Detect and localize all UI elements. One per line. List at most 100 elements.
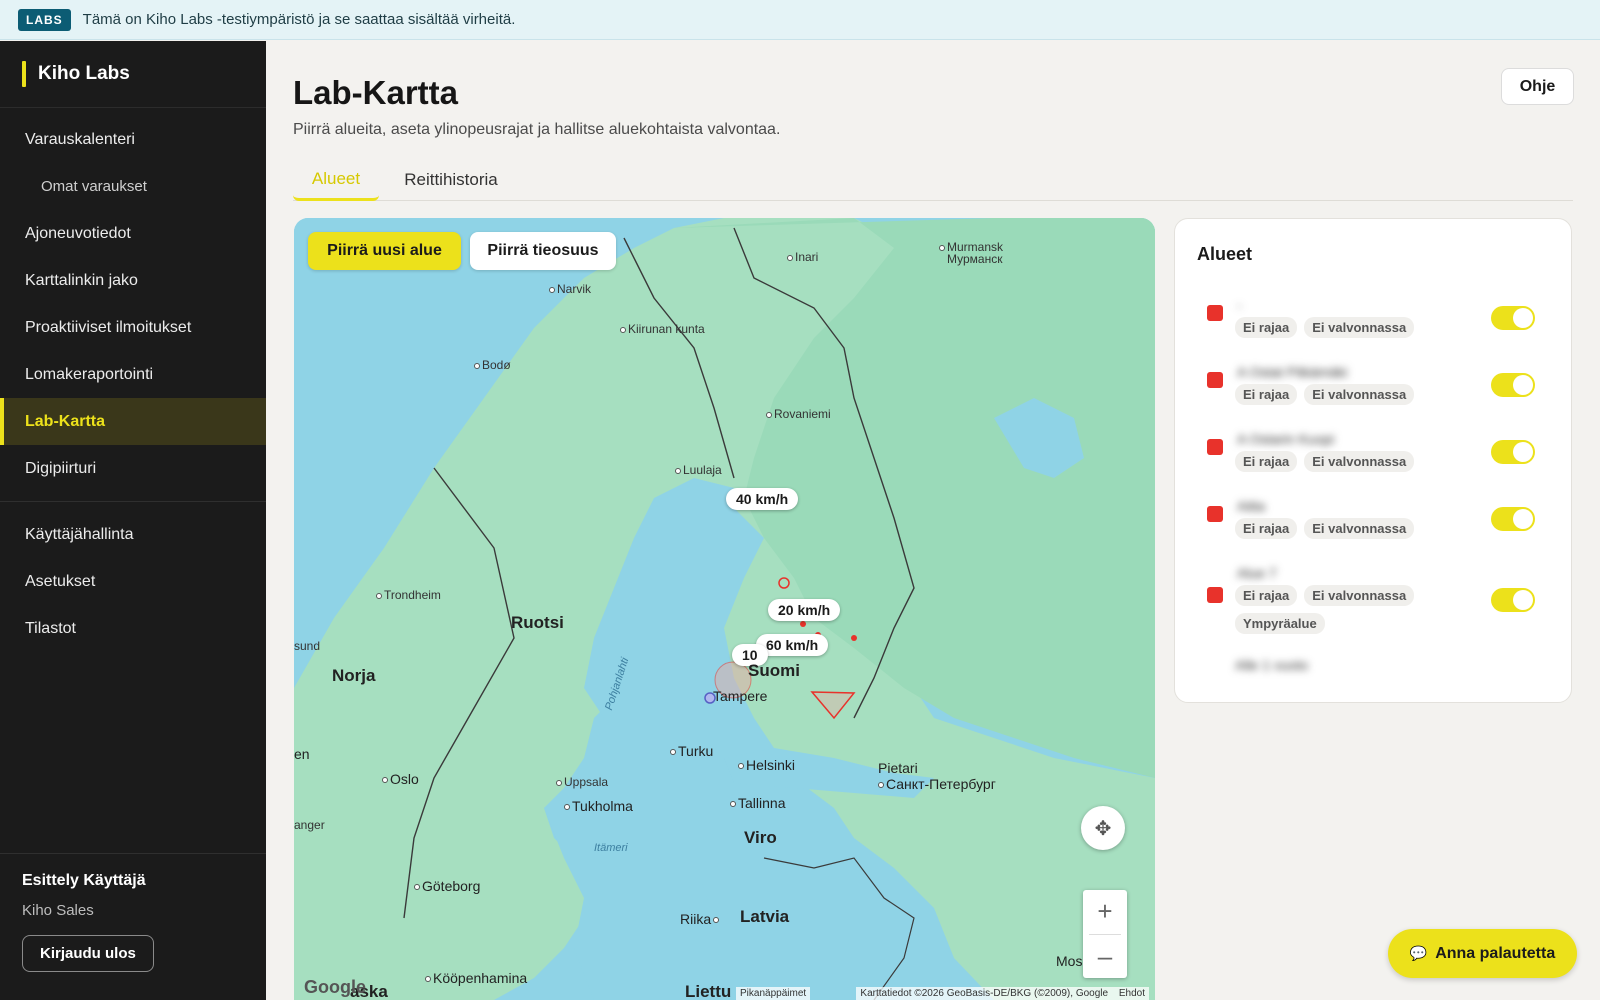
map-place-label: Inari [787, 250, 818, 264]
zoom-out-button[interactable]: – [1083, 934, 1127, 978]
area-visibility-toggle[interactable] [1491, 306, 1535, 330]
area-tags: Ei rajaa Ei valvonnassa [1235, 317, 1475, 338]
feedback-button[interactable]: 💬 Anna palautetta [1388, 929, 1577, 978]
area-color-swatch [1207, 439, 1223, 455]
map-place-label: Bodø [474, 358, 511, 372]
map-city-label: Turku [670, 743, 713, 759]
area-tags: Ei rajaa Ei valvonnassa [1235, 384, 1475, 405]
sidebar-item-asetukset[interactable]: Asetukset [0, 558, 266, 605]
sidebar-nav: Varauskalenteri Omat varaukset Ajoneuvot… [0, 108, 266, 652]
area-visibility-toggle[interactable] [1491, 507, 1535, 531]
area-visibility-toggle[interactable] [1491, 440, 1535, 464]
main-content: Lab-Kartta Piirrä alueita, aseta ylinope… [266, 41, 1600, 1000]
brand-logo-bar [22, 61, 26, 87]
sidebar-item-proaktiiviset-ilmoitukset[interactable]: Proaktiiviset ilmoitukset [0, 304, 266, 351]
area-visibility-toggle[interactable] [1491, 588, 1535, 612]
area-name: - [1237, 297, 1242, 313]
map-city-label: Kööpenhamina [425, 970, 527, 986]
map-place-label: Мурманск [947, 252, 1003, 266]
recenter-map-button[interactable]: ✥ [1081, 806, 1125, 850]
tab-alueet[interactable]: Alueet [293, 159, 379, 201]
map[interactable]: Piirrä uusi alue Piirrä tieosuus 40 km/h… [294, 218, 1155, 1000]
tab-reittihistoria[interactable]: Reittihistoria [401, 159, 501, 201]
map-city-label: Санкт-Петербург [878, 776, 996, 792]
area-extra-note: Alle 1 vuoto [1235, 657, 1309, 673]
brand-name: Kiho Labs [38, 63, 130, 84]
monitoring-tag: Ei valvonnassa [1304, 585, 1415, 606]
sidebar-item-lab-kartta[interactable]: Lab-Kartta [0, 398, 266, 445]
map-place-label: Luulaja [675, 463, 722, 477]
monitoring-tag: Ei valvonnassa [1304, 317, 1415, 338]
area-color-swatch [1207, 587, 1223, 603]
google-logo: Google [304, 977, 366, 997]
area-name: Aitta [1237, 498, 1266, 514]
map-place-label: Kiirunan kunta [620, 322, 705, 336]
speed-label[interactable]: 20 km/h [768, 599, 841, 621]
map-country-label: Ruotsi [511, 613, 564, 632]
area-item[interactable]: Aitta Ei rajaa Ei valvonnassa [1197, 498, 1557, 548]
areas-panel-title: Alueet [1197, 244, 1253, 264]
map-country-label: Suomi [748, 661, 800, 680]
map-country-label: Liettu [685, 982, 732, 1000]
brand[interactable]: Kiho Labs [0, 41, 266, 108]
page-subtitle: Piirrä alueita, aseta ylinopeusrajat ja … [293, 121, 781, 138]
tabs: Alueet Reittihistoria [293, 159, 1573, 201]
sidebar-item-karttalinkin-jako[interactable]: Karttalinkin jako [0, 257, 266, 304]
keyboard-shortcuts-link[interactable]: Pikanäppäimet [736, 987, 811, 1000]
map-place-label: en [294, 746, 310, 762]
map-city-label: Tampere [713, 688, 768, 704]
map-place-label: anger [294, 818, 325, 832]
area-tags: Ei rajaa Ei valvonnassa [1235, 518, 1475, 539]
area-color-swatch [1207, 372, 1223, 388]
map-city-label: Göteborg [414, 878, 480, 894]
map-attribution: Karttatiedot ©2026 GeoBasis-DE/BKG (©200… [856, 987, 1149, 1000]
speed-label[interactable]: 40 km/h [726, 488, 799, 510]
area-name: A Ostat Pitkämäki [1237, 364, 1348, 380]
shape-tag: Ympyräalue [1235, 613, 1325, 634]
area-name: A Ostarin Kuopi [1237, 431, 1335, 447]
user-name: Esittely Käyttäjä [22, 872, 146, 889]
draw-road-button[interactable]: Piirrä tieosuus [470, 232, 616, 270]
zoom-in-button[interactable]: + [1083, 890, 1127, 934]
test-environment-banner: LABS Tämä on Kiho Labs -testiympäristö j… [0, 0, 1600, 40]
help-button[interactable]: Ohje [1501, 68, 1574, 105]
user-organization: Kiho Sales [22, 902, 94, 919]
map-water-label: Itämeri [594, 842, 628, 854]
map-city-label: Riika [680, 911, 721, 927]
limit-tag: Ei rajaa [1235, 317, 1298, 338]
banner-text: Tämä on Kiho Labs -testiympäristö ja se … [82, 11, 516, 28]
limit-tag: Ei rajaa [1235, 384, 1298, 405]
sidebar-item-ajoneuvotiedot[interactable]: Ajoneuvotiedot [0, 210, 266, 257]
area-item[interactable]: Alue 7 Ei rajaa Ei valvonnassa Ympyräalu… [1197, 565, 1557, 645]
draw-area-button[interactable]: Piirrä uusi alue [308, 232, 461, 270]
zoom-control: + – [1083, 890, 1127, 978]
labs-badge: LABS [18, 8, 71, 31]
area-item[interactable]: A Ostat Pitkämäki Ei rajaa Ei valvonnass… [1197, 364, 1557, 414]
map-city-label: Tukholma [564, 798, 633, 814]
logout-button[interactable]: Kirjaudu ulos [22, 935, 154, 972]
map-place-label: Narvik [549, 282, 591, 296]
terms-link[interactable]: Ehdot [1119, 988, 1145, 999]
map-country-label: Norja [332, 666, 376, 685]
limit-tag: Ei rajaa [1235, 451, 1298, 472]
chat-bubble-icon: 💬 [1409, 945, 1428, 961]
sidebar-item-varauskalenteri[interactable]: Varauskalenteri [0, 116, 266, 163]
map-city-label: Pietari [878, 760, 918, 776]
area-item[interactable]: - Ei rajaa Ei valvonnassa [1197, 297, 1557, 347]
user-section: Esittely Käyttäjä Kiho Sales Kirjaudu ul… [0, 853, 266, 1000]
map-place-label: Trondheim [376, 588, 441, 602]
sidebar-item-kayttajahallinta[interactable]: Käyttäjähallinta [0, 511, 266, 558]
map-city-label: Helsinki [738, 757, 795, 773]
map-place-label: Rovaniemi [766, 407, 831, 421]
map-place-label: Uppsala [556, 775, 608, 789]
limit-tag: Ei rajaa [1235, 518, 1298, 539]
area-name: Alue 7 [1237, 565, 1277, 581]
page-title: Lab-Kartta [293, 74, 459, 111]
sidebar-item-omat-varaukset[interactable]: Omat varaukset [0, 163, 266, 210]
sidebar-item-digipiirturi[interactable]: Digipiirturi [0, 445, 266, 492]
sidebar-item-tilastot[interactable]: Tilastot [0, 605, 266, 652]
monitoring-tag: Ei valvonnassa [1304, 518, 1415, 539]
area-visibility-toggle[interactable] [1491, 373, 1535, 397]
sidebar-item-lomakeraportointi[interactable]: Lomakeraportointi [0, 351, 266, 398]
area-item[interactable]: A Ostarin Kuopi Ei rajaa Ei valvonnassa [1197, 431, 1557, 481]
